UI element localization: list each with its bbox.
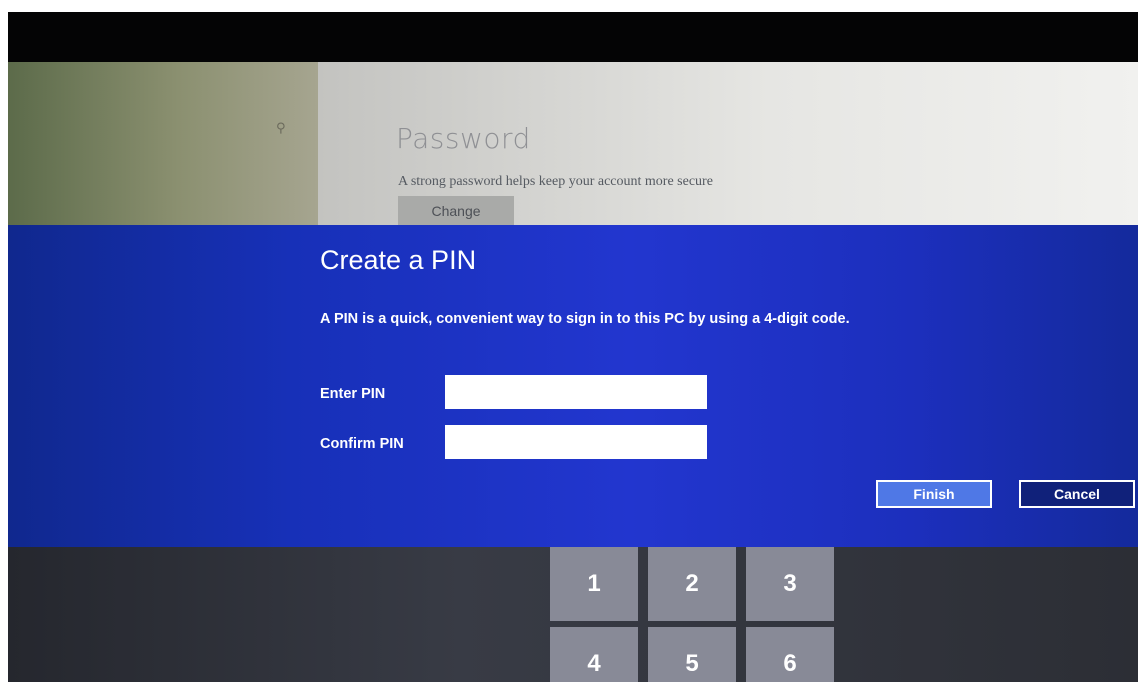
confirm-pin-input[interactable]	[445, 425, 707, 459]
keypad-key-2[interactable]: 2	[648, 547, 736, 621]
keypad-key-1[interactable]: 1	[550, 547, 638, 621]
password-section-description: A strong password helps keep your accoun…	[398, 174, 713, 189]
enter-pin-input[interactable]	[445, 375, 707, 409]
keypad-key-3[interactable]: 3	[746, 547, 834, 621]
dialog-description: A PIN is a quick, convenient way to sign…	[320, 311, 850, 327]
search-icon[interactable]: ⚲	[276, 122, 290, 136]
confirm-pin-label: Confirm PIN	[320, 436, 404, 452]
touch-keypad: 1 2 3 4 5 6	[8, 547, 1138, 682]
cancel-button[interactable]: Cancel	[1019, 480, 1135, 508]
keypad-key-5[interactable]: 5	[648, 627, 736, 682]
keypad-key-4[interactable]: 4	[550, 627, 638, 682]
finish-button[interactable]: Finish	[876, 480, 992, 508]
password-section-title: Password	[396, 122, 531, 155]
change-password-button[interactable]: Change	[398, 196, 514, 226]
top-black-bar	[8, 12, 1138, 62]
settings-sidebar: ⚲	[8, 62, 318, 232]
create-pin-dialog: Create a PIN A PIN is a quick, convenien…	[8, 225, 1138, 547]
dialog-title: Create a PIN	[320, 245, 477, 275]
screen: ⚲ Password A strong password helps keep …	[8, 62, 1138, 682]
keypad-key-6[interactable]: 6	[746, 627, 834, 682]
enter-pin-label: Enter PIN	[320, 386, 386, 402]
